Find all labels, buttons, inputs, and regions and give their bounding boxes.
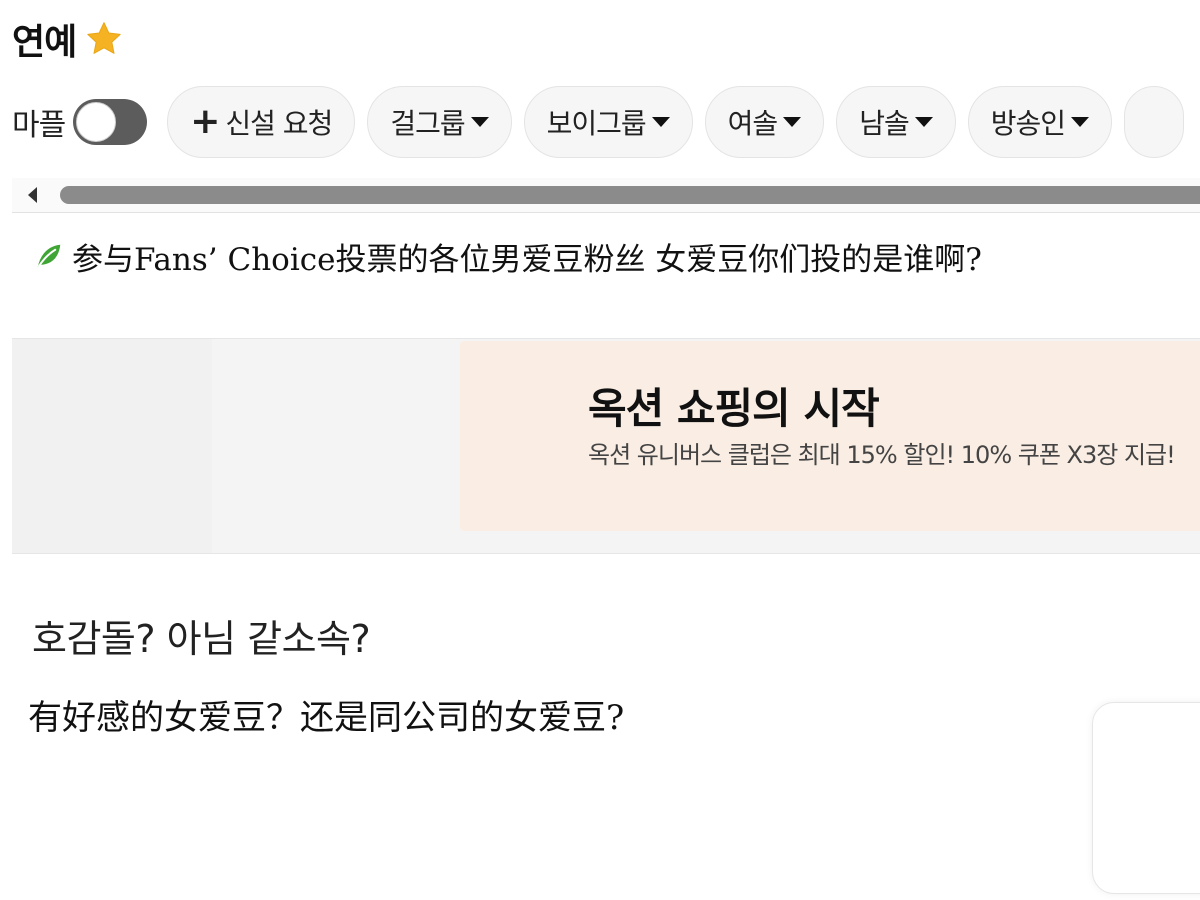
chip-female-solo[interactable]: 여솔 [704,86,825,158]
post-title: 参与Fans’ Choice投票的各位男爱豆粉丝 女爱豆你们投的是谁啊? [72,241,982,278]
horizontal-scrollbar[interactable] [12,178,1200,213]
caret-down-icon [1071,117,1089,127]
toggle-knob [76,102,117,142]
post-body-korean: 호감돌? 아님 같소속? [32,617,371,661]
caret-down-icon [651,117,670,127]
page-header: 연예 [12,14,124,64]
star-icon[interactable] [84,19,124,59]
leaf-icon [37,244,61,268]
scroll-left-icon[interactable] [28,187,37,203]
page-title: 연예 [12,22,77,63]
plus-icon: + [190,101,220,142]
filter-bar: 마플 + 신설 요청 걸그룹 보이그룹 여솔 남솔 방송인 [0,84,1200,160]
chip-label: 여솔 [727,107,779,140]
caret-down-icon [470,117,489,127]
floating-action-card[interactable] [1092,702,1200,894]
chip-label: 방송인 [990,107,1066,140]
request-new-board-label: 신설 요청 [225,107,333,140]
request-new-board-button[interactable]: + 신설 요청 [167,86,356,158]
ad-subtext: 옥션 유니버스 클럽은 최대 15% 할인! 10% 쿠폰 X3장 지급! [588,441,1176,469]
chip-more[interactable] [1124,86,1184,158]
caret-down-icon [783,117,802,127]
chip-boy-group[interactable]: 보이그룹 [523,86,693,158]
ad-placeholder [12,339,212,553]
chip-girl-group[interactable]: 걸그룹 [367,86,512,158]
chip-label: 보이그룹 [546,107,647,140]
chip-male-solo[interactable]: 남솔 [836,86,956,158]
post-title-row: 参与Fans’ Choice投票的各位男爱豆粉丝 女爱豆你们投的是谁啊? [34,230,982,282]
ad-headline: 옥션 쇼핑의 시작 [588,384,880,433]
caret-down-icon [914,117,933,127]
mapple-toggle[interactable] [73,99,148,145]
chip-broadcaster[interactable]: 방송인 [967,86,1112,158]
ad-area: 옥션 쇼핑의 시작 옥션 유니버스 클럽은 최대 15% 할인! 10% 쿠폰 … [12,338,1200,554]
scrollbar-thumb[interactable] [60,186,1200,204]
mapple-toggle-label: 마플 [12,108,66,143]
ad-banner[interactable]: 옥션 쇼핑의 시작 옥션 유니버스 클럽은 최대 15% 할인! 10% 쿠폰 … [460,341,1200,531]
chip-label: 남솔 [859,107,910,140]
chip-label: 걸그룹 [390,107,465,140]
post-body-chinese: 有好感的女爱豆？还是同公司的女爱豆? [28,698,625,738]
